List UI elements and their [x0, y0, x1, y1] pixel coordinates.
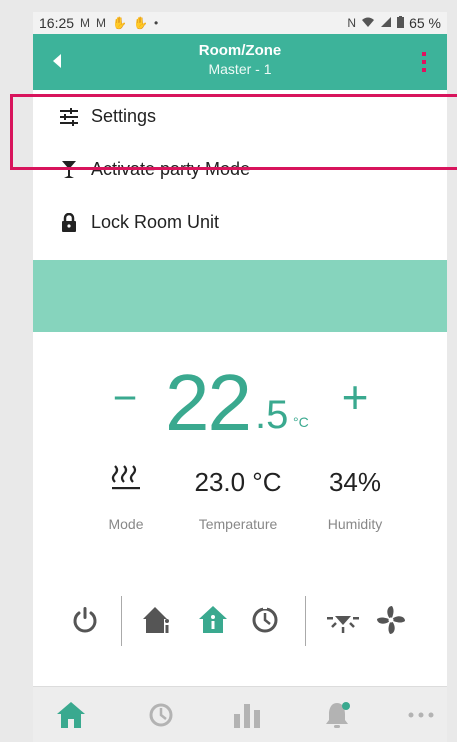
status-time: 16:25 — [39, 15, 75, 31]
heating-icon — [91, 462, 161, 502]
nav-home-icon[interactable] — [53, 699, 89, 731]
nav-timer-icon[interactable] — [143, 699, 179, 731]
nav-bell-icon[interactable] — [319, 699, 355, 731]
temperature-stat: 23.0 °C Temperature — [183, 462, 293, 532]
nav-stats-icon[interactable] — [229, 699, 265, 731]
nfc-icon: N — [347, 16, 357, 30]
page-subtitle: Master - 1 — [208, 61, 272, 77]
room-stats: Mode 23.0 °C Temperature 34% Humidity — [33, 462, 447, 552]
status-bar: 16:25 M M ✋ ✋ • N 65 % — [33, 12, 447, 34]
decrease-temp-button[interactable]: − — [105, 374, 145, 424]
touch-icon: ✋ — [133, 16, 148, 30]
wifi-icon — [361, 16, 375, 31]
home-info-icon[interactable] — [137, 600, 177, 640]
setpoint-decimal: .5 — [255, 393, 289, 437]
mode-stat[interactable]: Mode — [91, 462, 161, 532]
divider — [305, 596, 306, 646]
temperature-label: Temperature — [198, 516, 278, 532]
dot-icon: • — [153, 16, 159, 30]
increase-temp-button[interactable]: + — [335, 370, 375, 426]
gmail-icon: M — [80, 16, 91, 30]
highlight-frame — [10, 94, 457, 170]
page-title: Room/Zone — [198, 42, 282, 59]
battery-percent: 65 % — [409, 15, 441, 31]
gmail-icon: M — [96, 16, 107, 30]
title-block: Room/Zone Master - 1 — [33, 42, 447, 78]
status-banner — [33, 260, 447, 332]
setpoint-integer: 22 — [165, 358, 252, 447]
control-bar — [33, 592, 447, 658]
temperature-value: 23.0 °C — [194, 467, 282, 497]
power-icon[interactable] — [65, 600, 105, 640]
setpoint-control: − 22 .5 °C + — [33, 352, 447, 452]
humidity-stat: 34% Humidity — [315, 462, 395, 532]
setpoint-unit: °C — [293, 414, 309, 430]
timer-icon[interactable] — [245, 600, 285, 640]
menu-item-label: Lock Room Unit — [91, 212, 220, 232]
bottom-nav — [33, 686, 447, 742]
lock-icon — [59, 212, 79, 233]
light-icon[interactable] — [323, 600, 363, 640]
app-bar: Room/Zone Master - 1 — [33, 34, 447, 90]
fan-icon[interactable] — [371, 600, 411, 640]
touch-icon: ✋ — [112, 16, 127, 30]
menu-item-lock-room-unit[interactable]: Lock Room Unit — [33, 196, 447, 249]
battery-icon — [397, 15, 405, 31]
overflow-menu-icon[interactable] — [421, 50, 427, 74]
humidity-label: Humidity — [327, 516, 383, 532]
signal-icon — [380, 16, 392, 31]
home-active-icon[interactable] — [193, 600, 233, 640]
divider — [121, 596, 122, 646]
nav-more-icon[interactable] — [403, 699, 439, 731]
humidity-value: 34% — [328, 467, 382, 497]
mode-label: Mode — [108, 516, 144, 532]
